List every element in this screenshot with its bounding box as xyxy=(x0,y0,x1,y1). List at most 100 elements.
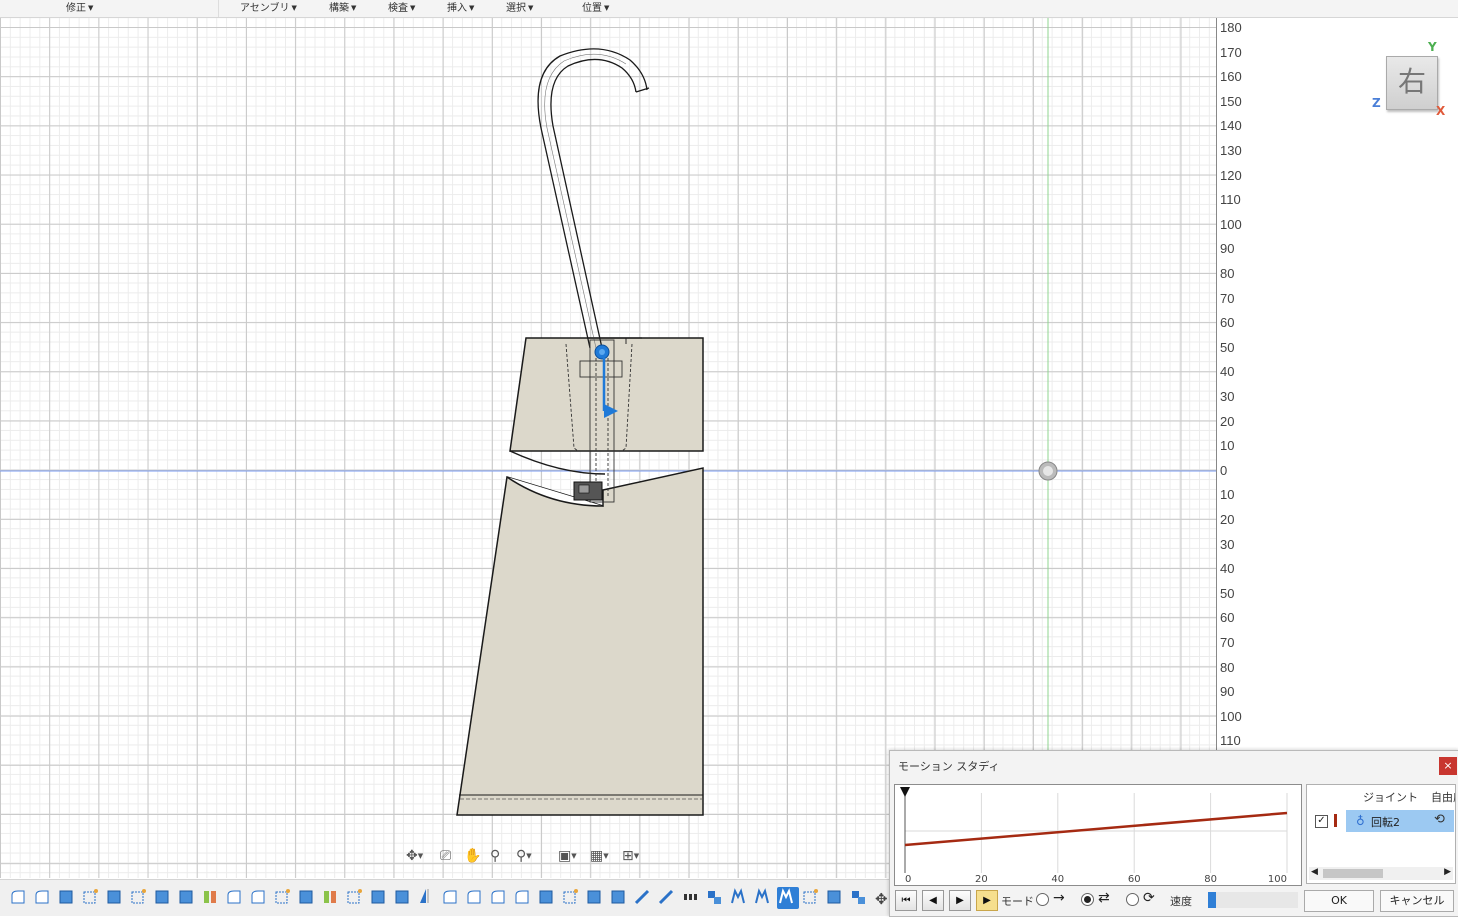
ruler-tick-label: 90 xyxy=(1220,241,1235,257)
ruler-tick-label: 160 xyxy=(1220,69,1242,85)
mode-label: モード xyxy=(1001,895,1034,908)
menu-insert[interactable]: 挿入 ▼ xyxy=(443,1,478,16)
toolbar-fillet-icon[interactable] xyxy=(467,890,481,904)
motion-graph-plot[interactable]: 0 20 40 60 80 100 xyxy=(895,785,1301,885)
view-cube[interactable]: 右 Y Z X xyxy=(1370,40,1456,122)
toolbar-sketch-icon[interactable] xyxy=(803,889,818,904)
toolbar-fillet-icon[interactable] xyxy=(443,890,457,904)
toolbar-link-icon[interactable] xyxy=(708,891,721,904)
toolbar-sketch-icon[interactable] xyxy=(131,889,146,904)
panel-title: モーション スタディ xyxy=(898,760,1000,773)
toolbar-move-icon[interactable]: ✥ xyxy=(875,890,888,908)
navigation-toolbar: ✥▼ ⎚ ✋ ⚲ ⚲▼ ▣▼ ▦▼ ⊞▼ xyxy=(400,843,650,869)
ruler-tick-label: 150 xyxy=(1220,93,1242,109)
speed-slider-thumb[interactable] xyxy=(1208,892,1216,908)
speed-slider[interactable] xyxy=(1208,892,1298,908)
toolbar-joint-active-icon[interactable] xyxy=(777,887,799,909)
hook-part xyxy=(537,48,650,349)
motion-study-panel: モーション スタディ × 0 20 40 60 80 100 ジョイント 自由度 ♁ 回転… xyxy=(889,750,1458,917)
step-forward-button[interactable]: ▶ xyxy=(949,890,971,911)
zoom-icon[interactable]: ⚲ xyxy=(490,846,500,866)
toolbar-fillet-icon[interactable] xyxy=(35,890,49,904)
toolbar-fillet-icon[interactable] xyxy=(515,890,529,904)
menu-position[interactable]: 位置 ▼ xyxy=(578,1,613,16)
ruler-tick-label: 70 xyxy=(1220,290,1235,306)
table-scrollbar[interactable]: ◀ ▶ xyxy=(1309,867,1453,880)
viewports-icon[interactable]: ⊞▼ xyxy=(622,846,639,866)
ruler-tick-label: 30 xyxy=(1220,536,1235,552)
toolbar-box-icon[interactable] xyxy=(587,890,601,904)
play-reverse-button[interactable]: ◀ xyxy=(922,890,944,911)
toolbar-dots-icon[interactable] xyxy=(684,894,697,900)
toolbar-joint-icon[interactable] xyxy=(731,888,745,904)
toolbar-link-icon[interactable] xyxy=(852,891,865,904)
toolbar-box-icon[interactable] xyxy=(155,890,169,904)
swap-arrows-icon: ⇄ xyxy=(1098,890,1110,906)
toolbar-split-icon[interactable] xyxy=(324,891,336,903)
graph-tick-label: 80 xyxy=(1204,874,1217,885)
ruler-tick-label: 40 xyxy=(1220,364,1235,380)
feature-toolbar[interactable]: ✥ xyxy=(0,880,895,916)
motion-graph[interactable]: 0 20 40 60 80 100 xyxy=(894,784,1302,886)
menu-construct[interactable]: 構築 ▼ xyxy=(325,1,360,16)
dof-rotate-icon[interactable]: ⟲ xyxy=(1434,812,1445,827)
ruler-line xyxy=(1216,18,1217,878)
toolbar-box-icon[interactable] xyxy=(107,890,121,904)
scrollbar-thumb[interactable] xyxy=(1323,869,1383,878)
toolbar-box-icon[interactable] xyxy=(299,890,313,904)
ruler-tick-label: 180 xyxy=(1220,20,1242,35)
skip-to-start-button[interactable]: ⏮ xyxy=(895,890,917,911)
look-at-icon[interactable]: ⎚ xyxy=(440,846,451,866)
toolbar-sketch-icon[interactable] xyxy=(347,889,362,904)
toolbar-fillet-icon[interactable] xyxy=(11,890,25,904)
ruler-tick-label: 60 xyxy=(1220,315,1235,331)
grid-settings-icon[interactable]: ▦▼ xyxy=(590,846,609,866)
toolbar-box-icon[interactable] xyxy=(179,890,193,904)
model-viewport[interactable] xyxy=(0,18,1216,878)
toolbar-box-icon[interactable] xyxy=(539,890,553,904)
pan-icon[interactable]: ✋ xyxy=(464,846,481,866)
toolbar-edit-icon[interactable] xyxy=(658,889,674,905)
menu-modify[interactable]: 修正 ▼ xyxy=(62,1,97,16)
toolbar-box-icon[interactable] xyxy=(827,890,841,904)
close-button[interactable]: × xyxy=(1439,757,1457,775)
view-cube-face[interactable]: 右 xyxy=(1386,56,1438,110)
toolbar-joint-icon[interactable] xyxy=(755,888,769,904)
mode-reverse-radio[interactable] xyxy=(1081,893,1094,906)
graph-tick-label: 0 xyxy=(905,874,911,885)
play-button[interactable]: ▶ xyxy=(976,890,998,911)
ruler-tick-label: 20 xyxy=(1220,413,1235,429)
toolbar-sketch-icon[interactable] xyxy=(563,889,578,904)
toolbar-mirror-icon[interactable] xyxy=(420,889,429,903)
ruler-tick-label: 70 xyxy=(1220,635,1235,650)
scroll-left-icon[interactable]: ◀ xyxy=(1311,867,1318,877)
ruler-tick-label: 110 xyxy=(1220,733,1241,749)
design-canvas[interactable]: ✥▼ ⎚ ✋ ⚲ ⚲▼ ▣▼ ▦▼ ⊞▼ xyxy=(0,18,1216,878)
scroll-right-icon[interactable]: ▶ xyxy=(1444,867,1451,877)
joint-name: 回転2 xyxy=(1371,816,1400,829)
menu-select[interactable]: 選択 ▼ xyxy=(502,1,537,16)
display-settings-icon[interactable]: ▣▼ xyxy=(558,846,577,866)
ruler-tick-label: 130 xyxy=(1220,143,1242,158)
toolbar-fillet-icon[interactable] xyxy=(491,890,505,904)
menu-inspect[interactable]: 検査 ▼ xyxy=(384,1,419,16)
fit-icon[interactable]: ⚲▼ xyxy=(516,846,532,866)
cancel-button[interactable]: キャンセル xyxy=(1380,890,1454,912)
toolbar-edit-icon[interactable] xyxy=(634,889,650,905)
mode-loop-radio[interactable] xyxy=(1126,893,1139,906)
toolbar-sketch-icon[interactable] xyxy=(83,889,98,904)
toolbar-fillet-icon[interactable] xyxy=(251,890,265,904)
menu-assembly[interactable]: アセンブリ ▼ xyxy=(236,1,301,16)
mode-once-radio[interactable] xyxy=(1036,893,1049,906)
toolbar-box-icon[interactable] xyxy=(611,890,625,904)
toolbar-box-icon[interactable] xyxy=(59,890,73,904)
ok-button[interactable]: OK xyxy=(1304,890,1374,912)
toolbar-box-icon[interactable] xyxy=(395,890,409,904)
orbit-icon[interactable]: ✥▼ xyxy=(406,846,423,866)
joint-row[interactable]: ♁ 回転2 ⟲ xyxy=(1346,810,1454,832)
joint-checkbox[interactable]: ✓ xyxy=(1315,815,1328,828)
toolbar-sketch-icon[interactable] xyxy=(275,889,290,904)
toolbar-split-icon[interactable] xyxy=(204,891,216,903)
toolbar-fillet-icon[interactable] xyxy=(227,890,241,904)
toolbar-box-icon[interactable] xyxy=(371,890,385,904)
